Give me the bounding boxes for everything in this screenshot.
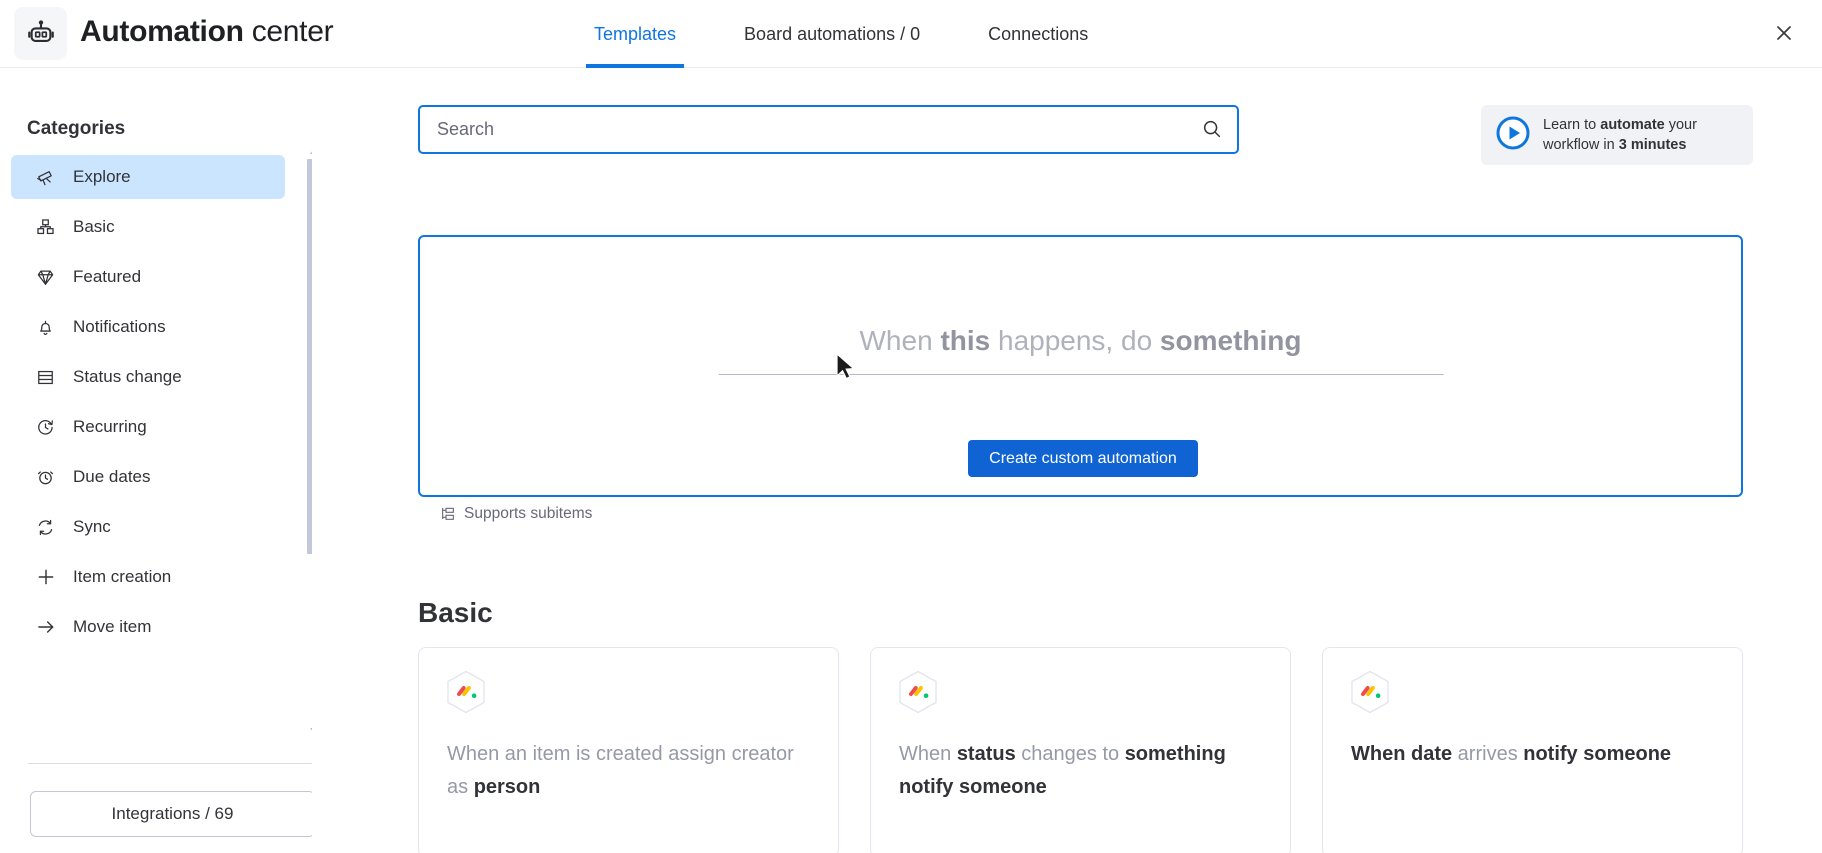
diamond-icon (35, 267, 56, 288)
sentence-this[interactable]: this (940, 325, 990, 356)
template-card-text: When date arrives notify someone (1351, 738, 1711, 771)
plus-icon (35, 567, 56, 588)
scroll-up-arrow-icon[interactable] (309, 143, 312, 154)
sidebar-item-move-item[interactable]: Move item (11, 605, 285, 649)
main-content: Learn to automate your workflow in 3 min… (313, 69, 1822, 853)
rows-icon (35, 367, 56, 388)
sidebar-item-explore[interactable]: Explore (11, 155, 285, 199)
scroll-down-arrow-icon[interactable] (309, 723, 312, 733)
sidebar-item-status-change[interactable]: Status change (11, 355, 285, 399)
template-part: changes to (1015, 743, 1125, 765)
monday-hexagon-icon (446, 670, 486, 714)
sidebar-item-label: Status change (73, 367, 182, 386)
close-icon[interactable] (1764, 13, 1804, 53)
sidebar-item-sync[interactable]: Sync (11, 505, 285, 549)
custom-automation-card[interactable]: When this happens, do something Create c… (418, 235, 1743, 522)
sentence-underline (718, 374, 1443, 375)
monday-hexagon-icon (898, 670, 938, 714)
custom-automation-sentence[interactable]: When this happens, do something (718, 322, 1443, 360)
learn-to-automate-banner[interactable]: Learn to automate your workflow in 3 min… (1481, 105, 1753, 165)
clock-repeat-icon (35, 417, 56, 438)
arrow-right-icon (35, 617, 56, 638)
tab-connections[interactable]: Connections (954, 0, 1122, 68)
sidebar-scrollbar-thumb[interactable] (307, 159, 312, 554)
sync-icon (35, 517, 56, 538)
template-part: When (899, 743, 957, 765)
play-circle-icon (1495, 115, 1531, 156)
sidebar-item-label: Notifications (73, 317, 166, 336)
page-title: Automation center (80, 11, 334, 53)
learn-line2-bold: 3 minutes (1618, 137, 1687, 153)
sentence-happens: happens, (990, 325, 1114, 356)
sidebar-item-label: Basic (73, 217, 115, 236)
subitems-icon (440, 506, 456, 522)
create-custom-automation-button[interactable]: Create custom automation (968, 440, 1198, 477)
telescope-icon (35, 167, 56, 188)
template-cards-row: When an item is created assign creator a… (418, 647, 1822, 853)
sentence-do: do (1113, 325, 1160, 356)
monday-hexagon-icon (1350, 670, 1390, 714)
template-card[interactable]: When date arrives notify someone (1322, 647, 1743, 853)
tab-templates[interactable]: Templates (560, 0, 710, 68)
section-title-basic: Basic (418, 597, 493, 628)
subitems-text: Supports subitems (464, 505, 593, 522)
template-part-bold: notify someone (1523, 743, 1672, 765)
supports-subitems-label: Supports subitems (440, 505, 592, 523)
robot-icon (14, 7, 67, 60)
template-part-bold: status (956, 743, 1016, 765)
sidebar-item-basic[interactable]: Basic (11, 205, 285, 249)
template-part-bold: When date (1351, 743, 1453, 765)
sidebar: Categories Explore Basic Featured Notifi… (0, 69, 312, 853)
sidebar-heading: Categories (27, 118, 126, 139)
sidebar-item-label: Sync (73, 517, 111, 536)
tab-board-automations-label: Board automations / 0 (744, 23, 921, 44)
bell-icon (35, 317, 56, 338)
learn-line1-pre: Learn to (1543, 117, 1601, 133)
sidebar-item-label: Recurring (73, 417, 147, 436)
integrations-button[interactable]: Integrations / 69 (30, 791, 312, 837)
tab-connections-label: Connections (988, 23, 1089, 44)
template-card[interactable]: When status changes to something notify … (870, 647, 1291, 853)
sidebar-item-notifications[interactable]: Notifications (11, 305, 285, 349)
top-bar: Automation center Templates Board automa… (0, 0, 1822, 68)
learn-banner-text: Learn to automate your workflow in 3 min… (1543, 115, 1697, 155)
sidebar-item-item-creation[interactable]: Item creation (11, 555, 285, 599)
blocks-icon (35, 217, 56, 238)
sidebar-item-label: Due dates (73, 467, 151, 486)
sidebar-item-due-dates[interactable]: Due dates (11, 455, 285, 499)
template-card-text: When status changes to something notify … (899, 738, 1259, 804)
sentence-something[interactable]: something (1160, 325, 1302, 356)
template-part: arrives (1452, 743, 1524, 765)
sidebar-item-label: Item creation (73, 567, 172, 586)
learn-line1-post: your (1664, 117, 1697, 133)
sidebar-item-label: Explore (73, 167, 131, 186)
brand-name-light: center (243, 15, 334, 48)
template-card[interactable]: When an item is created assign creator a… (418, 647, 839, 853)
sidebar-item-featured[interactable]: Featured (11, 255, 285, 299)
sidebar-item-label: Move item (73, 617, 152, 636)
category-list: Explore Basic Featured Notifications Sta… (11, 155, 285, 655)
learn-line1-bold: automate (1600, 117, 1665, 133)
brand-name-bold: Automation (80, 15, 244, 48)
sidebar-item-label: Featured (73, 267, 142, 286)
sidebar-divider (28, 763, 312, 764)
sidebar-item-recurring[interactable]: Recurring (11, 405, 285, 449)
sentence-when: When (859, 325, 941, 356)
alarm-clock-icon (35, 467, 56, 488)
learn-line2-pre: workflow in (1543, 137, 1619, 153)
search-input[interactable] (418, 105, 1239, 154)
search-bar (418, 105, 1239, 154)
tab-bar: Templates Board automations / 0 Connecti… (560, 0, 1122, 68)
template-card-text: When an item is created assign creator a… (447, 738, 807, 804)
tab-board-automations[interactable]: Board automations / 0 (710, 0, 954, 68)
tab-templates-label: Templates (594, 23, 677, 44)
template-part-bold: person (473, 776, 541, 798)
